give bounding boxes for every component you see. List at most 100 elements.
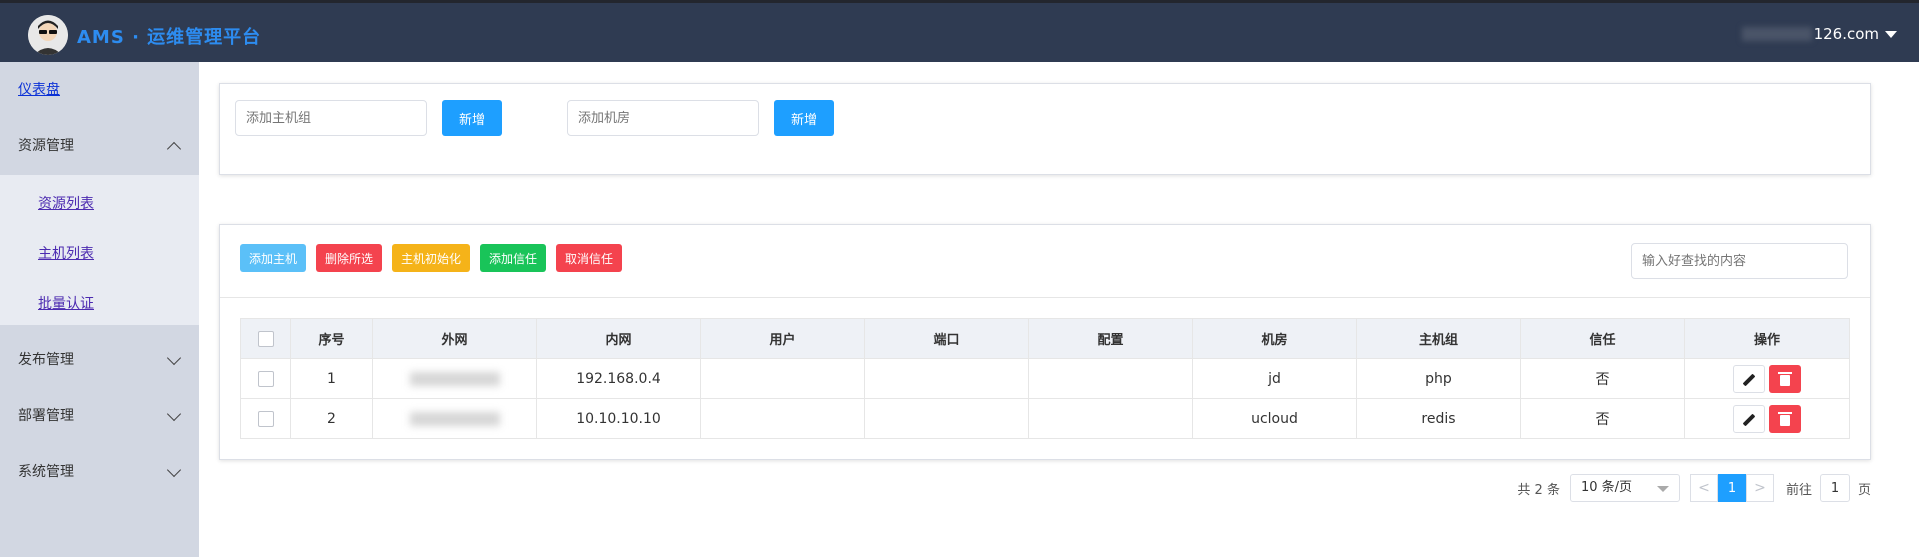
sidebar-item-batch-auth[interactable]: 批量认证 — [38, 293, 94, 313]
add-host-group-button[interactable]: 新增 — [442, 100, 502, 136]
sidebar: 仪表盘 资源管理 资源列表 主机列表 批量认证 发布管理 部署管理 系统管理 — [0, 62, 199, 557]
row-external-ip — [372, 398, 537, 439]
pagination: 共 2 条 10 条/页 < 1 > 前往 1 页 — [1517, 474, 1871, 502]
row-checkbox[interactable] — [257, 410, 274, 427]
sidebar-group-deploy[interactable]: 部署管理 — [0, 388, 199, 442]
row-internal-ip: 10.10.10.10 — [536, 398, 701, 439]
row-trust: 否 — [1520, 398, 1685, 439]
trash-icon — [1778, 411, 1792, 414]
pencil-icon — [1742, 413, 1756, 426]
sidebar-group-label: 系统管理 — [18, 464, 74, 480]
page-size-value: 10 条/页 — [1580, 480, 1633, 495]
col-user: 用户 — [700, 318, 865, 359]
user-email: 126.com — [1813, 25, 1879, 43]
select-all-header[interactable] — [240, 318, 291, 359]
trash-icon-body — [1780, 414, 1790, 426]
row-config — [1028, 358, 1193, 399]
pencil-icon — [1742, 373, 1756, 386]
table-row: 2 10.10.10.10 ucloud redis 否 — [240, 398, 1850, 439]
row-user — [700, 398, 865, 439]
row-index: 1 — [290, 358, 373, 399]
next-page-button[interactable]: > — [1745, 474, 1774, 502]
sidebar-submenu: 资源列表 主机列表 批量认证 — [0, 175, 199, 325]
sidebar-group-release[interactable]: 发布管理 — [0, 332, 199, 386]
chevron-up-icon — [166, 141, 182, 157]
cancel-trust-button[interactable]: 取消信任 — [556, 244, 623, 272]
page-size-select[interactable]: 10 条/页 — [1569, 474, 1680, 502]
chevron-down-icon — [166, 350, 182, 366]
row-internal-ip: 192.168.0.4 — [536, 358, 701, 399]
row-port — [864, 358, 1029, 399]
delete-button[interactable] — [1769, 364, 1801, 393]
page-unit: 页 — [1857, 482, 1871, 498]
sidebar-item-dashboard[interactable]: 仪表盘 — [0, 62, 199, 116]
sidebar-group-resource[interactable]: 资源管理 — [0, 118, 199, 172]
sidebar-item-resource-list[interactable]: 资源列表 — [38, 193, 94, 213]
add-trust-button[interactable]: 添加信任 — [480, 244, 547, 272]
delete-button[interactable] — [1769, 404, 1801, 433]
col-port: 端口 — [864, 318, 1029, 359]
app-title: AMS · 运维管理平台 — [77, 27, 262, 48]
redacted-ip — [409, 371, 500, 386]
logo-avatar — [28, 15, 68, 55]
row-select-cell[interactable] — [240, 358, 291, 399]
row-select-cell[interactable] — [240, 398, 291, 439]
user-menu[interactable]: 126.com — [1741, 25, 1897, 43]
host-init-button[interactable]: 主机初始化 — [392, 244, 471, 272]
current-page[interactable]: 1 — [1717, 474, 1746, 502]
row-room: jd — [1192, 358, 1357, 399]
col-external-ip: 外网 — [372, 318, 537, 359]
sidebar-group-label: 发布管理 — [18, 352, 74, 368]
redacted-ip — [409, 411, 500, 426]
delete-selected-button[interactable]: 删除所选 — [316, 244, 383, 272]
total-count: 共 2 条 — [1517, 482, 1560, 498]
search-input[interactable] — [1631, 243, 1848, 279]
col-index: 序号 — [290, 318, 373, 359]
row-external-ip — [372, 358, 537, 399]
table-header-row: 序号 外网 内网 用户 端口 配置 机房 主机组 信任 操作 — [240, 318, 1850, 359]
prev-page-button[interactable]: < — [1689, 474, 1718, 502]
add-room-button[interactable]: 新增 — [774, 100, 834, 136]
room-input[interactable] — [567, 100, 759, 136]
row-actions — [1684, 398, 1850, 439]
host-list-panel: 添加主机 删除所选 主机初始化 添加信任 取消信任 序号 外网 内网 用户 端口… — [219, 224, 1871, 460]
chevron-down-icon — [1656, 486, 1669, 492]
sidebar-item-label[interactable]: 仪表盘 — [18, 79, 60, 99]
row-host-group: php — [1356, 358, 1521, 399]
divider — [220, 297, 1870, 298]
top-header: AMS · 运维管理平台 126.com — [0, 0, 1919, 62]
col-config: 配置 — [1028, 318, 1193, 359]
sidebar-group-system[interactable]: 系统管理 — [0, 444, 199, 498]
select-all-checkbox[interactable] — [257, 330, 274, 347]
add-group-room-panel: 新增 新增 — [219, 83, 1871, 175]
col-trust: 信任 — [1520, 318, 1685, 359]
chevron-down-icon — [166, 462, 182, 478]
edit-button[interactable] — [1733, 364, 1765, 393]
trash-icon — [1778, 371, 1792, 374]
row-checkbox[interactable] — [257, 370, 274, 387]
row-port — [864, 398, 1029, 439]
col-room: 机房 — [1192, 318, 1357, 359]
row-actions — [1684, 358, 1850, 399]
row-host-group: redis — [1356, 398, 1521, 439]
col-actions: 操作 — [1684, 318, 1850, 359]
user-email-redacted — [1741, 27, 1812, 41]
host-group-input[interactable] — [235, 100, 427, 136]
sidebar-group-label: 资源管理 — [18, 138, 74, 154]
row-trust: 否 — [1520, 358, 1685, 399]
row-index: 2 — [290, 398, 373, 439]
host-table: 序号 外网 内网 用户 端口 配置 机房 主机组 信任 操作 1 192.168… — [240, 318, 1850, 439]
goto-label: 前往 — [1785, 482, 1812, 498]
col-host-group: 主机组 — [1356, 318, 1521, 359]
goto-page-input[interactable]: 1 — [1819, 474, 1850, 502]
sidebar-item-host-list[interactable]: 主机列表 — [38, 243, 94, 263]
sidebar-group-label: 部署管理 — [18, 408, 74, 424]
add-host-button[interactable]: 添加主机 — [240, 244, 307, 272]
caret-down-icon — [1885, 30, 1897, 38]
chevron-down-icon — [166, 406, 182, 422]
trash-icon-body — [1780, 374, 1790, 386]
row-config — [1028, 398, 1193, 439]
table-row: 1 192.168.0.4 jd php 否 — [240, 358, 1850, 399]
col-internal-ip: 内网 — [536, 318, 701, 359]
edit-button[interactable] — [1733, 404, 1765, 433]
